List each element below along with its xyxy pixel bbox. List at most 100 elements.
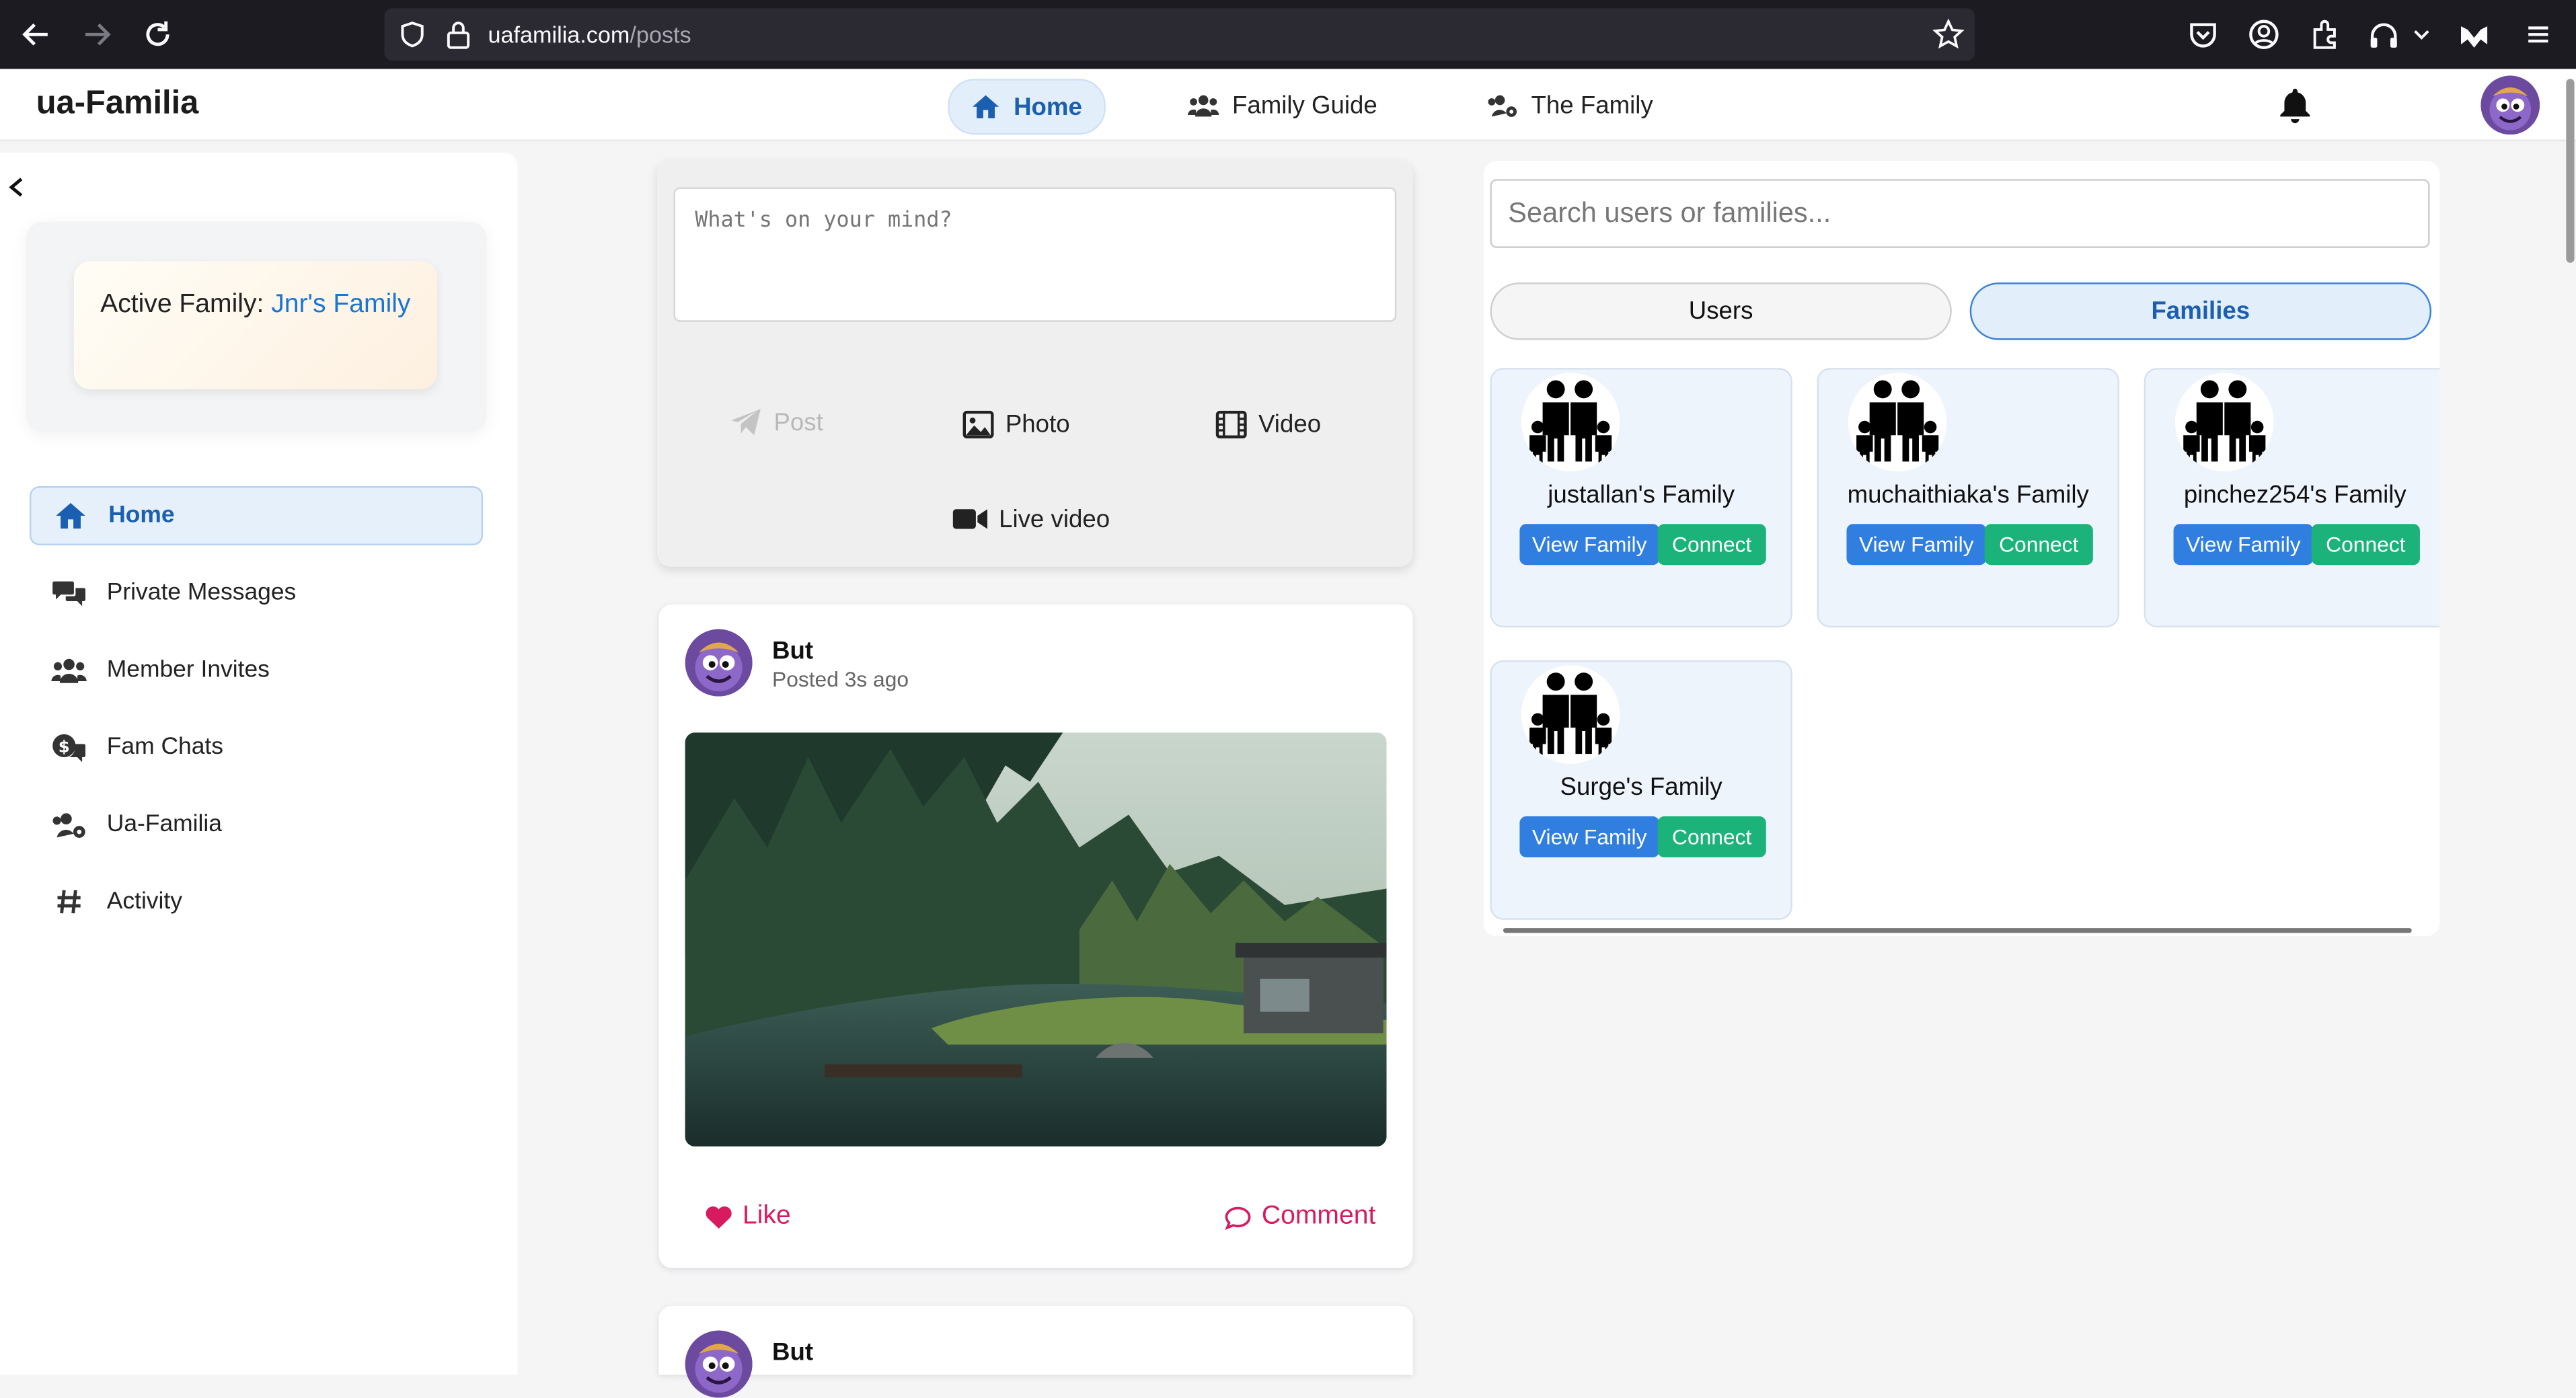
like-label: Like — [743, 1202, 791, 1231]
sidebar-item-label: Activity — [106, 888, 182, 915]
home-icon — [56, 502, 85, 529]
nav-family-guide[interactable]: Family Guide — [1187, 79, 1377, 131]
back-icon[interactable] — [18, 16, 54, 52]
tab-families[interactable]: Families — [1969, 282, 2432, 340]
family-card: muchaithiaka's Family View Family Connec… — [1817, 368, 2119, 628]
comment-button[interactable]: Comment — [1224, 1202, 1376, 1232]
family-icon — [1521, 665, 1620, 764]
lock-icon — [447, 22, 470, 49]
post-author-name[interactable]: But — [772, 637, 813, 666]
family-name: Surge's Family — [1560, 773, 1722, 802]
sidebar-item-label: Member Invites — [106, 657, 270, 684]
nav-the-family[interactable]: The Family — [1487, 79, 1653, 131]
post-author-name[interactable]: But — [772, 1339, 813, 1367]
live-video-button[interactable]: Live video — [952, 493, 1110, 545]
users-icon — [51, 658, 87, 683]
url-text[interactable]: uafamilia.com/posts — [488, 22, 691, 48]
family-icon — [1848, 373, 1947, 472]
brand-title[interactable]: ua-Familia — [36, 85, 199, 123]
family-icon — [1521, 373, 1620, 472]
family-name: pinchez254's Family — [2183, 481, 2407, 510]
connect-button[interactable]: Connect — [1657, 524, 1766, 566]
tab-users[interactable]: Users — [1490, 282, 1952, 340]
nav-family-guide-label: Family Guide — [1232, 91, 1377, 120]
video-button-label: Video — [1258, 410, 1322, 438]
post-timestamp: Posted 3s ago — [772, 666, 909, 692]
comment-icon — [1225, 1206, 1251, 1229]
chevron-down-icon[interactable] — [2409, 16, 2435, 52]
paper-plane-icon — [730, 409, 761, 436]
nav-home[interactable]: Home — [948, 79, 1106, 135]
family-name: justallan's Family — [1548, 481, 1735, 510]
view-family-button[interactable]: View Family — [1519, 816, 1660, 858]
post-image[interactable] — [685, 732, 1387, 1147]
account-icon[interactable] — [2246, 16, 2282, 52]
chevron-left-icon[interactable] — [7, 176, 26, 198]
chat-bubbles-icon — [52, 581, 86, 607]
extensions-icon[interactable] — [2306, 16, 2343, 52]
photo-button[interactable]: Photo — [962, 397, 1070, 450]
active-family-label: Active Family: — [100, 290, 264, 319]
connect-button[interactable]: Connect — [1657, 816, 1766, 858]
connect-button[interactable]: Connect — [2311, 524, 2420, 566]
sidebar-item-member-invites[interactable]: Member Invites — [30, 641, 483, 700]
site-header: ua-Familia Home Family Guide The Family — [0, 69, 2576, 142]
user-avatar[interactable] — [2480, 75, 2540, 134]
svg-text:$: $ — [59, 737, 70, 756]
search-input[interactable] — [1490, 179, 2430, 248]
pocket-icon[interactable] — [2185, 16, 2222, 52]
forward-icon[interactable] — [79, 16, 115, 52]
video-camera-icon — [952, 509, 988, 529]
headphones-icon[interactable] — [2365, 16, 2402, 52]
nav-the-family-label: The Family — [1531, 91, 1653, 120]
post-author-avatar[interactable] — [685, 1331, 753, 1398]
sidebar-item-private-messages[interactable]: Private Messages — [30, 564, 483, 623]
users-gear-icon — [1488, 94, 1517, 116]
reload-icon[interactable] — [140, 16, 176, 52]
post-card: But — [658, 1305, 1413, 1375]
family-icon — [2175, 373, 2274, 472]
view-family-button[interactable]: View Family — [1846, 524, 1987, 566]
heart-icon — [706, 1205, 732, 1228]
malwarebytes-icon[interactable] — [2456, 16, 2493, 52]
active-family-card: Active Family: Jnr's Family — [73, 261, 437, 389]
horizontal-scrollbar[interactable] — [1503, 928, 2412, 933]
page-scrollbar[interactable] — [2566, 79, 2575, 263]
active-family-panel: Active Family: Jnr's Family — [26, 221, 487, 432]
family-card: justallan's Family View Family Connect — [1490, 368, 1792, 628]
browser-toolbar: uafamilia.com/posts — [0, 0, 2576, 69]
hashtag-icon — [57, 890, 81, 914]
post-button[interactable]: Post — [730, 396, 823, 449]
hamburger-menu-icon[interactable] — [2520, 16, 2556, 52]
bookmark-star-icon[interactable] — [1932, 18, 1965, 51]
sidebar-item-ua-familia[interactable]: Ua-Familia — [30, 795, 483, 854]
film-icon — [1215, 410, 1247, 438]
post-card: But Posted 3s ago Like Comment — [658, 604, 1413, 1268]
home-icon — [973, 95, 999, 118]
shield-icon[interactable] — [397, 20, 427, 49]
view-family-button[interactable]: View Family — [2173, 524, 2314, 566]
post-text-input[interactable] — [673, 187, 1397, 322]
sidebar-item-label: Private Messages — [106, 580, 297, 607]
sidebar-item-label: Home — [108, 502, 175, 529]
dollar-chat-icon: $ — [52, 734, 86, 763]
video-button[interactable]: Video — [1215, 397, 1322, 450]
post-author-avatar[interactable] — [685, 629, 753, 697]
sidebar-item-fam-chats[interactable]: $ Fam Chats — [30, 717, 483, 777]
comment-label: Comment — [1261, 1202, 1376, 1231]
sidebar-item-home[interactable]: Home — [29, 486, 484, 545]
post-composer: Post Photo Video Live video — [657, 161, 1413, 567]
like-button[interactable]: Like — [705, 1202, 791, 1232]
bell-icon[interactable] — [2277, 85, 2313, 125]
active-family-name[interactable]: Jnr's Family — [271, 290, 410, 319]
sidebar-item-label: Ua-Familia — [106, 811, 222, 838]
family-name: muchaithiaka's Family — [1847, 481, 2089, 510]
url-bar[interactable]: uafamilia.com/posts — [384, 8, 1975, 61]
connect-button[interactable]: Connect — [1984, 524, 2093, 566]
users-icon — [1187, 94, 1219, 116]
sidebar-item-activity[interactable]: Activity — [30, 872, 483, 931]
live-video-button-label: Live video — [999, 505, 1110, 533]
view-family-button[interactable]: View Family — [1519, 524, 1660, 566]
sidebar-item-label: Fam Chats — [106, 734, 224, 761]
discover-panel: Users Families justallan's Family View F… — [1483, 161, 2440, 937]
